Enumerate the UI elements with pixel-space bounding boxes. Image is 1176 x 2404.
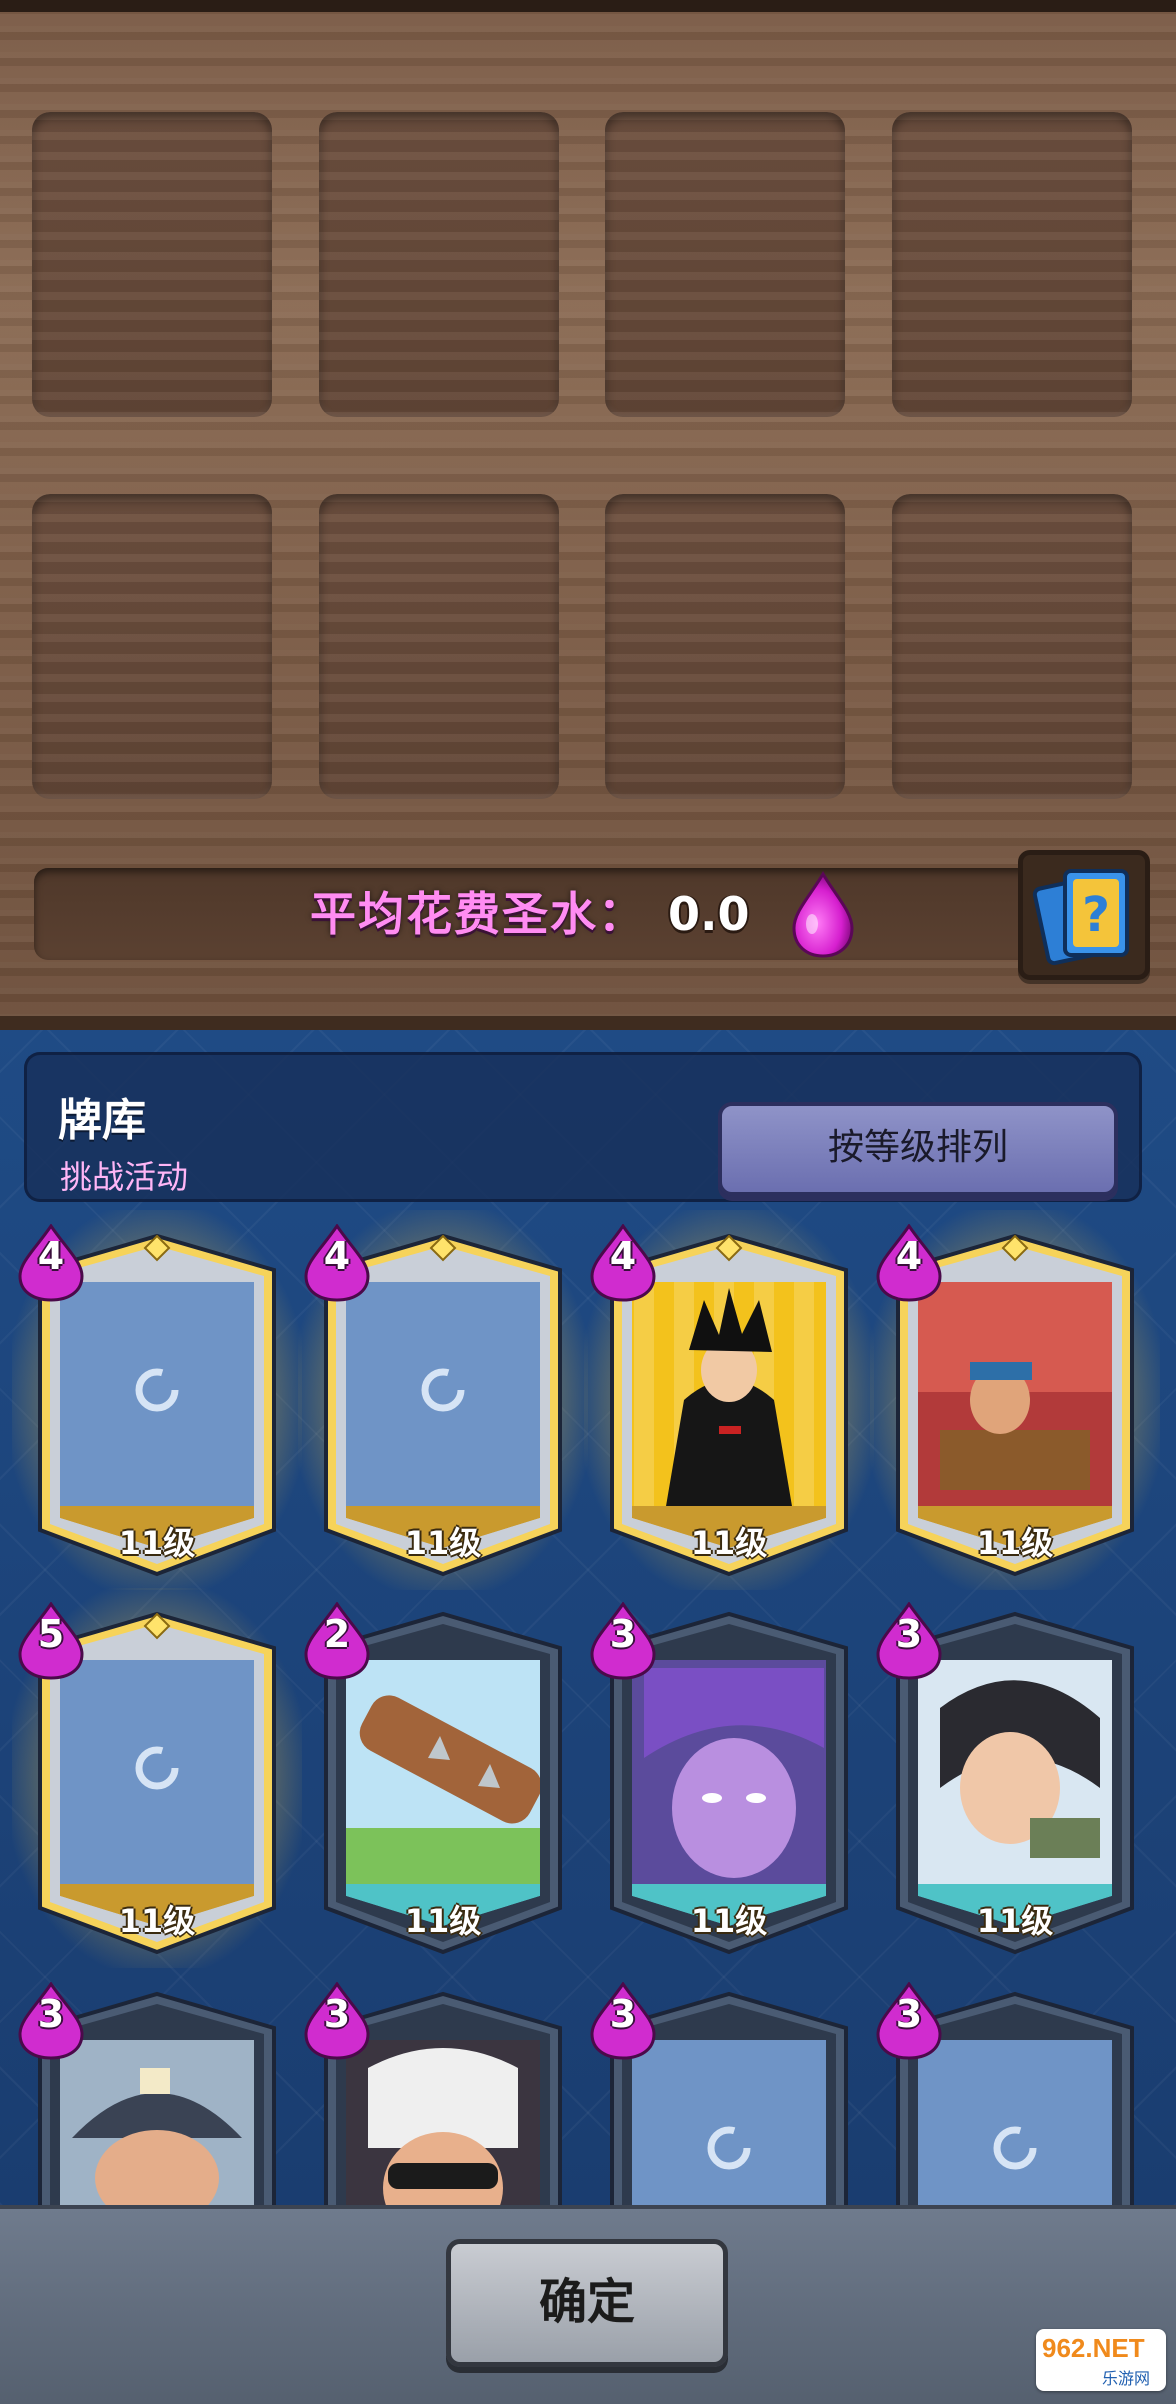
loading-spinner-icon xyxy=(421,1368,465,1412)
deck-board: 平均花费圣水： 0.0 ? xyxy=(0,0,1176,1030)
card-level-label: 11级 xyxy=(976,1524,1054,1562)
card-level-label: 11级 xyxy=(976,1902,1054,1940)
question-cards-icon: ? xyxy=(1032,869,1129,966)
collection-card[interactable]: 4 11级 xyxy=(584,1210,874,1590)
average-elixir-value: 0.0 xyxy=(668,887,750,941)
card-level-label: 11级 xyxy=(404,1902,482,1940)
card-collection-panel: 牌库 挑战活动 按等级排列 4 11级 4 11级 4 11级 4 11级 5 11级 2 11级 3 1… xyxy=(0,1030,1176,2335)
card-elixir-cost: 4 xyxy=(37,1234,65,1278)
collection-title: 牌库 xyxy=(58,1095,146,1146)
loading-spinner-icon xyxy=(135,1746,179,1790)
svg-text:?: ? xyxy=(1082,887,1110,943)
deck-slot-1[interactable] xyxy=(32,112,272,417)
deck-slot-7[interactable] xyxy=(605,494,845,799)
card-elixir-cost: 4 xyxy=(609,1234,637,1278)
card-elixir-cost: 3 xyxy=(609,1992,637,2036)
site-watermark: 962.NET 乐游网 xyxy=(1036,2329,1166,2391)
loading-spinner-icon xyxy=(707,2126,751,2170)
deck-slot-4[interactable] xyxy=(892,112,1132,417)
collection-card[interactable]: 4 11级 xyxy=(870,1210,1160,1590)
card-elixir-cost: 3 xyxy=(609,1612,637,1656)
bottom-bar: 确定 962.NET 乐游网 xyxy=(0,2205,1176,2404)
card-level-label: 11级 xyxy=(690,1524,768,1562)
card-level-label: 11级 xyxy=(404,1524,482,1562)
collection-header: 牌库 挑战活动 按等级排列 xyxy=(24,1052,1142,1202)
collection-card[interactable]: 4 11级 xyxy=(12,1210,302,1590)
confirm-button[interactable]: 确定 xyxy=(446,2239,728,2367)
collection-subtitle: 挑战活动 xyxy=(60,1158,189,1196)
collection-card[interactable]: 3 11级 xyxy=(876,1602,1150,1958)
collection-card[interactable]: 3 11级 xyxy=(590,1602,864,1958)
card-elixir-cost: 3 xyxy=(37,1992,65,2036)
deck-slot-5[interactable] xyxy=(32,494,272,799)
card-elixir-cost: 4 xyxy=(895,1234,923,1278)
card-level-label: 11级 xyxy=(690,1902,768,1940)
deck-slot-2[interactable] xyxy=(319,112,559,417)
average-elixir-label: 平均花费圣水： xyxy=(310,887,646,941)
card-level-label: 11级 xyxy=(118,1902,196,1940)
collection-card[interactable]: 4 11级 xyxy=(298,1210,588,1590)
deck-slot-6[interactable] xyxy=(319,494,559,799)
collection-card[interactable]: 2 11级 xyxy=(304,1602,578,1958)
sort-by-level-button[interactable]: 按等级排列 xyxy=(718,1102,1118,1196)
card-elixir-cost: 3 xyxy=(323,1992,351,2036)
card-elixir-cost: 3 xyxy=(895,1612,923,1656)
card-elixir-cost: 5 xyxy=(37,1612,65,1656)
elixir-drop-icon xyxy=(792,871,854,958)
watermark-sub: 乐游网 xyxy=(1102,2369,1151,2388)
collection-card[interactable]: 5 11级 xyxy=(12,1588,302,1968)
card-level-label: 11级 xyxy=(118,1524,196,1562)
loading-spinner-icon xyxy=(993,2126,1037,2170)
deck-slot-8[interactable] xyxy=(892,494,1132,799)
watermark-brand: 962.NET xyxy=(1042,2333,1145,2363)
card-elixir-cost: 2 xyxy=(323,1612,351,1656)
top-strip xyxy=(0,0,1176,12)
loading-spinner-icon xyxy=(135,1368,179,1412)
card-elixir-cost: 4 xyxy=(323,1234,351,1278)
deck-slot-3[interactable] xyxy=(605,112,845,417)
card-elixir-cost: 3 xyxy=(895,1992,923,2036)
deck-help-button[interactable]: ? xyxy=(1018,850,1150,980)
